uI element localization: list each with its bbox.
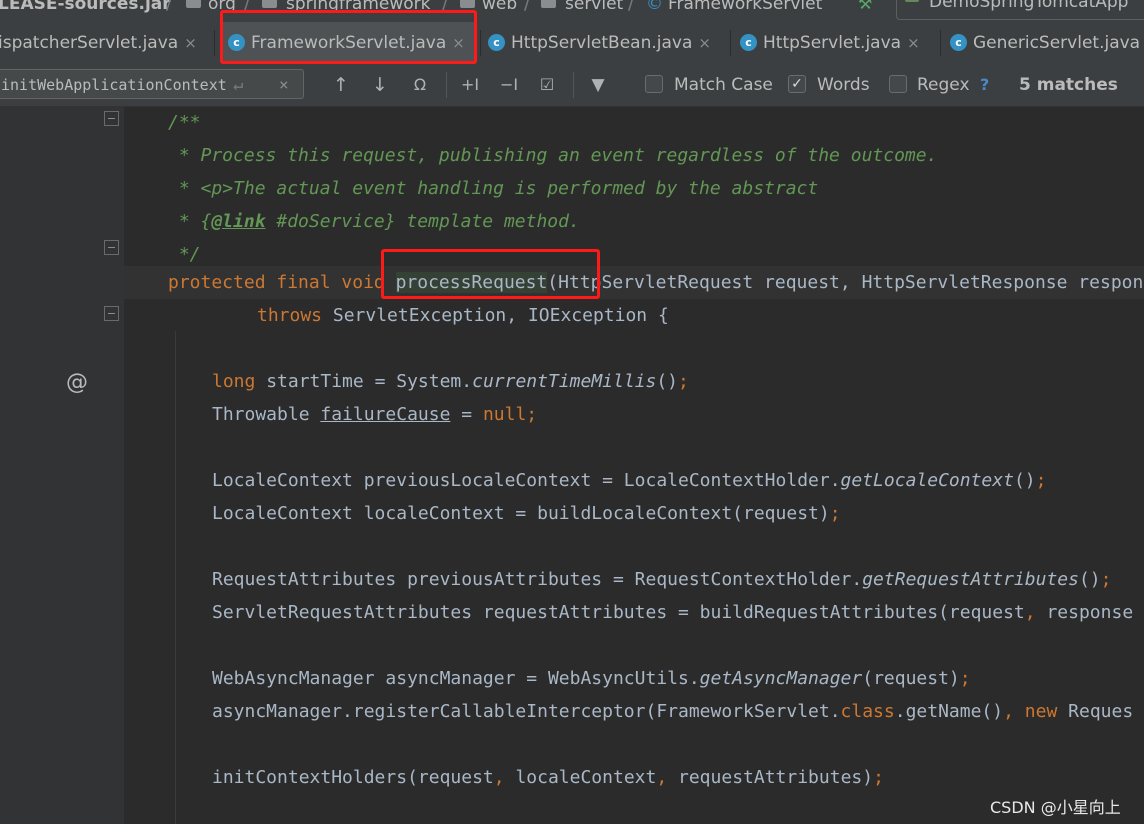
method-declaration-line: protected final void processRequest(Http… xyxy=(168,272,1144,293)
help-icon[interactable]: ? xyxy=(980,73,989,97)
code-line: * {@link #doService} template method. xyxy=(168,211,580,232)
match-case-label[interactable]: Match Case xyxy=(674,73,773,97)
add-occurrence-icon[interactable]: +Ⅰ xyxy=(458,73,482,97)
filter-icon[interactable]: ▼ xyxy=(586,73,610,97)
fold-marker-icon[interactable] xyxy=(104,240,119,255)
class-icon: c xyxy=(488,33,505,51)
folder-icon xyxy=(460,0,475,8)
code-line: LocaleContext localeContext = buildLocal… xyxy=(212,503,841,524)
tab-divider xyxy=(214,30,215,56)
remove-occurrence-icon[interactable]: −Ⅰ xyxy=(497,73,521,97)
match-case-checkbox[interactable] xyxy=(645,75,663,93)
highlight-box-method-name xyxy=(381,249,600,299)
tab-divider xyxy=(480,30,481,56)
close-icon[interactable]: × xyxy=(907,34,920,52)
toolbar-divider xyxy=(446,72,447,98)
build-hammer-icon[interactable]: ⚒ xyxy=(858,0,872,13)
code-line: throws ServletException, IOException { xyxy=(257,305,669,326)
breadcrumb-item-class[interactable]: FrameworkServlet xyxy=(668,0,822,15)
search-input[interactable]: initWebApplicationContext ↵ × xyxy=(0,69,304,99)
enter-icon: ↵ xyxy=(233,75,244,95)
breadcrumb-separator: / xyxy=(166,0,173,14)
code-line: Throwable failureCause = null; xyxy=(212,404,538,425)
run-configuration-label: DemoSpringTomcatApp xyxy=(929,0,1129,12)
code-line: LocaleContext previousLocaleContext = Lo… xyxy=(212,470,1047,491)
breadcrumb: LEASE-sources.jar / org / springframewor… xyxy=(0,0,1144,22)
find-toolbar: initWebApplicationContext ↵ × ↑ ↓ Ω +Ⅰ −… xyxy=(0,64,1144,107)
toolbar-divider xyxy=(573,72,574,98)
tab-httpservletbean[interactable]: c HttpServletBean.java × xyxy=(488,22,728,64)
select-all-occurrences-icon[interactable]: Ω xyxy=(407,73,433,97)
previous-occurrence-icon[interactable]: ↑ xyxy=(330,73,352,97)
code-line: * <p>The actual event handling is perfor… xyxy=(168,178,819,199)
next-occurrence-icon[interactable]: ↓ xyxy=(369,73,391,97)
tab-label: HttpServlet.java xyxy=(763,33,902,53)
code-line: WebAsyncManager asyncManager = WebAsyncU… xyxy=(212,668,971,689)
fold-marker-icon[interactable] xyxy=(104,306,119,321)
code-line: * Process this request, publishing an ev… xyxy=(168,145,938,166)
class-icon: c xyxy=(950,33,967,51)
breadcrumb-item-jar[interactable]: LEASE-sources.jar xyxy=(0,0,171,15)
tab-label: GenericServlet.java xyxy=(973,33,1141,53)
tab-label: HttpServletBean.java xyxy=(511,33,693,53)
breadcrumb-item-web[interactable]: web xyxy=(482,0,517,15)
breadcrumb-item-servlet[interactable]: servlet xyxy=(565,0,623,15)
indent-guide xyxy=(175,331,176,824)
override-marker-icon[interactable]: @ xyxy=(66,370,88,395)
regex-label[interactable]: Regex xyxy=(917,73,970,97)
search-query: initWebApplicationContext xyxy=(1,76,227,94)
code-line: RequestAttributes previousAttributes = R… xyxy=(212,569,1112,590)
class-icon: c xyxy=(740,33,757,51)
code-line: /** xyxy=(168,112,201,133)
code-line: long startTime = System.currentTimeMilli… xyxy=(212,371,689,392)
tab-genericservlet[interactable]: c GenericServlet.java xyxy=(950,22,1144,64)
code-line: ServletRequestAttributes requestAttribut… xyxy=(212,602,1134,623)
code-line: initContextHolders(request, localeContex… xyxy=(212,767,884,788)
highlight-box-active-tab xyxy=(220,10,477,64)
close-icon[interactable]: × xyxy=(698,34,711,52)
tab-label: ispatcherServlet.java xyxy=(0,33,179,53)
words-label[interactable]: Words xyxy=(817,73,870,97)
folder-icon xyxy=(186,0,201,8)
select-all-icon[interactable]: ☑ xyxy=(535,73,559,97)
words-checkbox[interactable]: ✓ xyxy=(788,75,806,93)
close-icon[interactable]: × xyxy=(184,34,197,52)
watermark: CSDN @小星向上 xyxy=(990,798,1121,817)
tab-divider xyxy=(730,30,731,56)
editor-gutter: @ xyxy=(0,106,124,824)
clear-search-icon[interactable]: × xyxy=(279,70,289,98)
breadcrumb-separator: / xyxy=(628,0,635,14)
tab-httpservlet[interactable]: c HttpServlet.java × xyxy=(740,22,940,64)
code-editor[interactable]: /** * Process this request, publishing a… xyxy=(124,106,1144,824)
folder-icon xyxy=(541,0,556,8)
tab-dispatcherservlet[interactable]: ispatcherServlet.java × xyxy=(0,22,210,64)
regex-checkbox[interactable] xyxy=(889,75,907,93)
match-count: 5 matches xyxy=(1019,75,1118,95)
folder-icon xyxy=(262,0,277,8)
editor-tab-bar: ispatcherServlet.java × c FrameworkServlet… xyxy=(0,22,1144,65)
class-icon: © xyxy=(646,0,663,14)
breadcrumb-separator: / xyxy=(524,0,531,14)
code-line: asyncManager.registerCallableInterceptor… xyxy=(212,701,1134,722)
fold-marker-icon[interactable] xyxy=(104,111,119,126)
tab-divider xyxy=(940,30,941,56)
run-configuration-selector[interactable]: DemoSpringTomcatApp xyxy=(896,0,1144,20)
run-config-icon xyxy=(905,0,919,2)
